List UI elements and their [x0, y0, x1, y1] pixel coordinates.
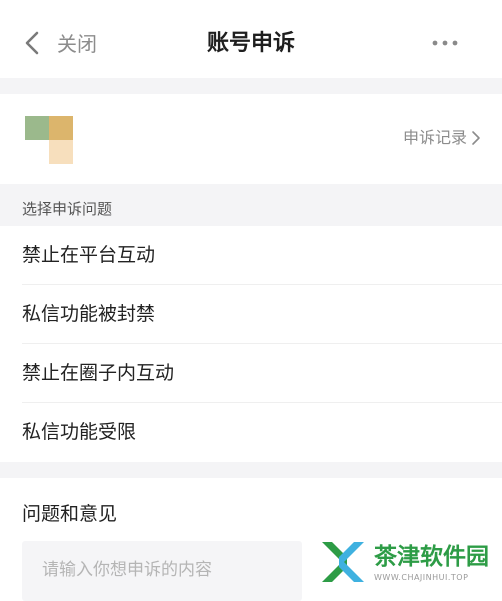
- issue-item-dm-banned[interactable]: 私信功能被封禁: [0, 285, 502, 344]
- section-label: 选择申诉问题: [22, 200, 113, 218]
- issue-label: 禁止在圈子内互动: [22, 362, 175, 384]
- more-options-icon[interactable]: [432, 39, 458, 47]
- issue-item-platform-interaction[interactable]: 禁止在平台互动: [0, 226, 502, 285]
- page-title: 账号申诉: [206, 31, 295, 56]
- feedback-title: 问题和意见: [22, 503, 118, 525]
- watermark-url: WWW.CHAJINHUI.TOP: [374, 573, 469, 582]
- section-divider: [0, 78, 502, 94]
- watermark-logo-icon: [322, 542, 364, 582]
- feedback-input[interactable]: 请输入你想申诉的内容: [22, 541, 302, 601]
- section-divider: [0, 462, 502, 478]
- issue-label: 私信功能受限: [22, 421, 137, 443]
- chevron-right-icon: [472, 131, 480, 145]
- issue-item-circle-interaction[interactable]: 禁止在圈子内互动: [0, 344, 502, 403]
- issue-item-dm-limited[interactable]: 私信功能受限: [0, 403, 502, 462]
- appeal-records-link[interactable]: 申诉记录: [403, 126, 481, 150]
- issue-label: 私信功能被封禁: [22, 303, 156, 325]
- user-avatar: [25, 116, 73, 164]
- issue-list: 禁止在平台互动 私信功能被封禁 禁止在圈子内互动 私信功能受限: [0, 226, 502, 462]
- issue-label: 禁止在平台互动: [22, 244, 156, 266]
- top-bar: 关闭 账号申诉: [0, 0, 502, 78]
- watermark-name: 茶津软件园: [374, 543, 489, 570]
- appeal-records-label: 申诉记录: [402, 128, 467, 147]
